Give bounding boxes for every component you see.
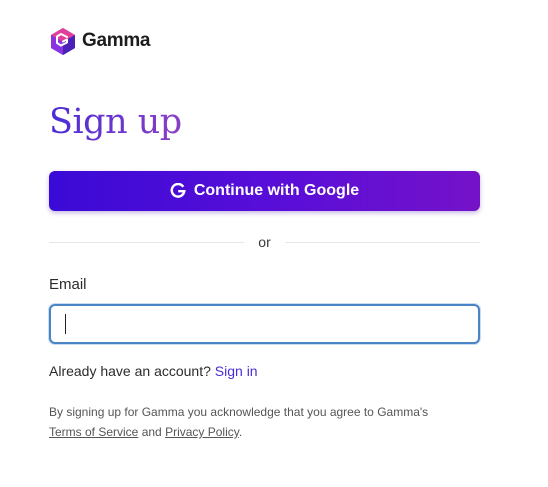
brand-logo[interactable]: Gamma: [48, 26, 151, 56]
continue-with-google-button[interactable]: Continue with Google: [49, 171, 480, 211]
signin-row: Already have an account? Sign in: [49, 363, 258, 379]
google-button-label: Continue with Google: [193, 182, 360, 199]
legal-end: .: [238, 425, 243, 439]
google-g-icon: [170, 183, 186, 198]
legal-and: and: [141, 425, 162, 439]
signin-prompt: Already have an account?: [49, 363, 211, 379]
divider-text: or: [258, 234, 271, 250]
sign-in-link[interactable]: Sign in: [215, 363, 258, 379]
email-label: Email: [49, 276, 87, 293]
page-title: Sign up: [49, 102, 182, 142]
brand-name: Gamma: [82, 30, 151, 51]
text-cursor: [65, 314, 66, 334]
divider-line-right: [284, 241, 481, 243]
or-divider: or: [49, 233, 481, 251]
privacy-policy-link[interactable]: Privacy Policy: [165, 425, 239, 439]
email-field[interactable]: [49, 304, 480, 344]
legal-text: By signing up for Gamma you acknowledge …: [49, 405, 429, 419]
gamma-cube-icon: [51, 28, 75, 55]
divider-line-left: [49, 241, 245, 243]
legal-notice: By signing up for Gamma you acknowledge …: [49, 402, 489, 442]
terms-of-service-link[interactable]: Terms of Service: [49, 425, 138, 439]
